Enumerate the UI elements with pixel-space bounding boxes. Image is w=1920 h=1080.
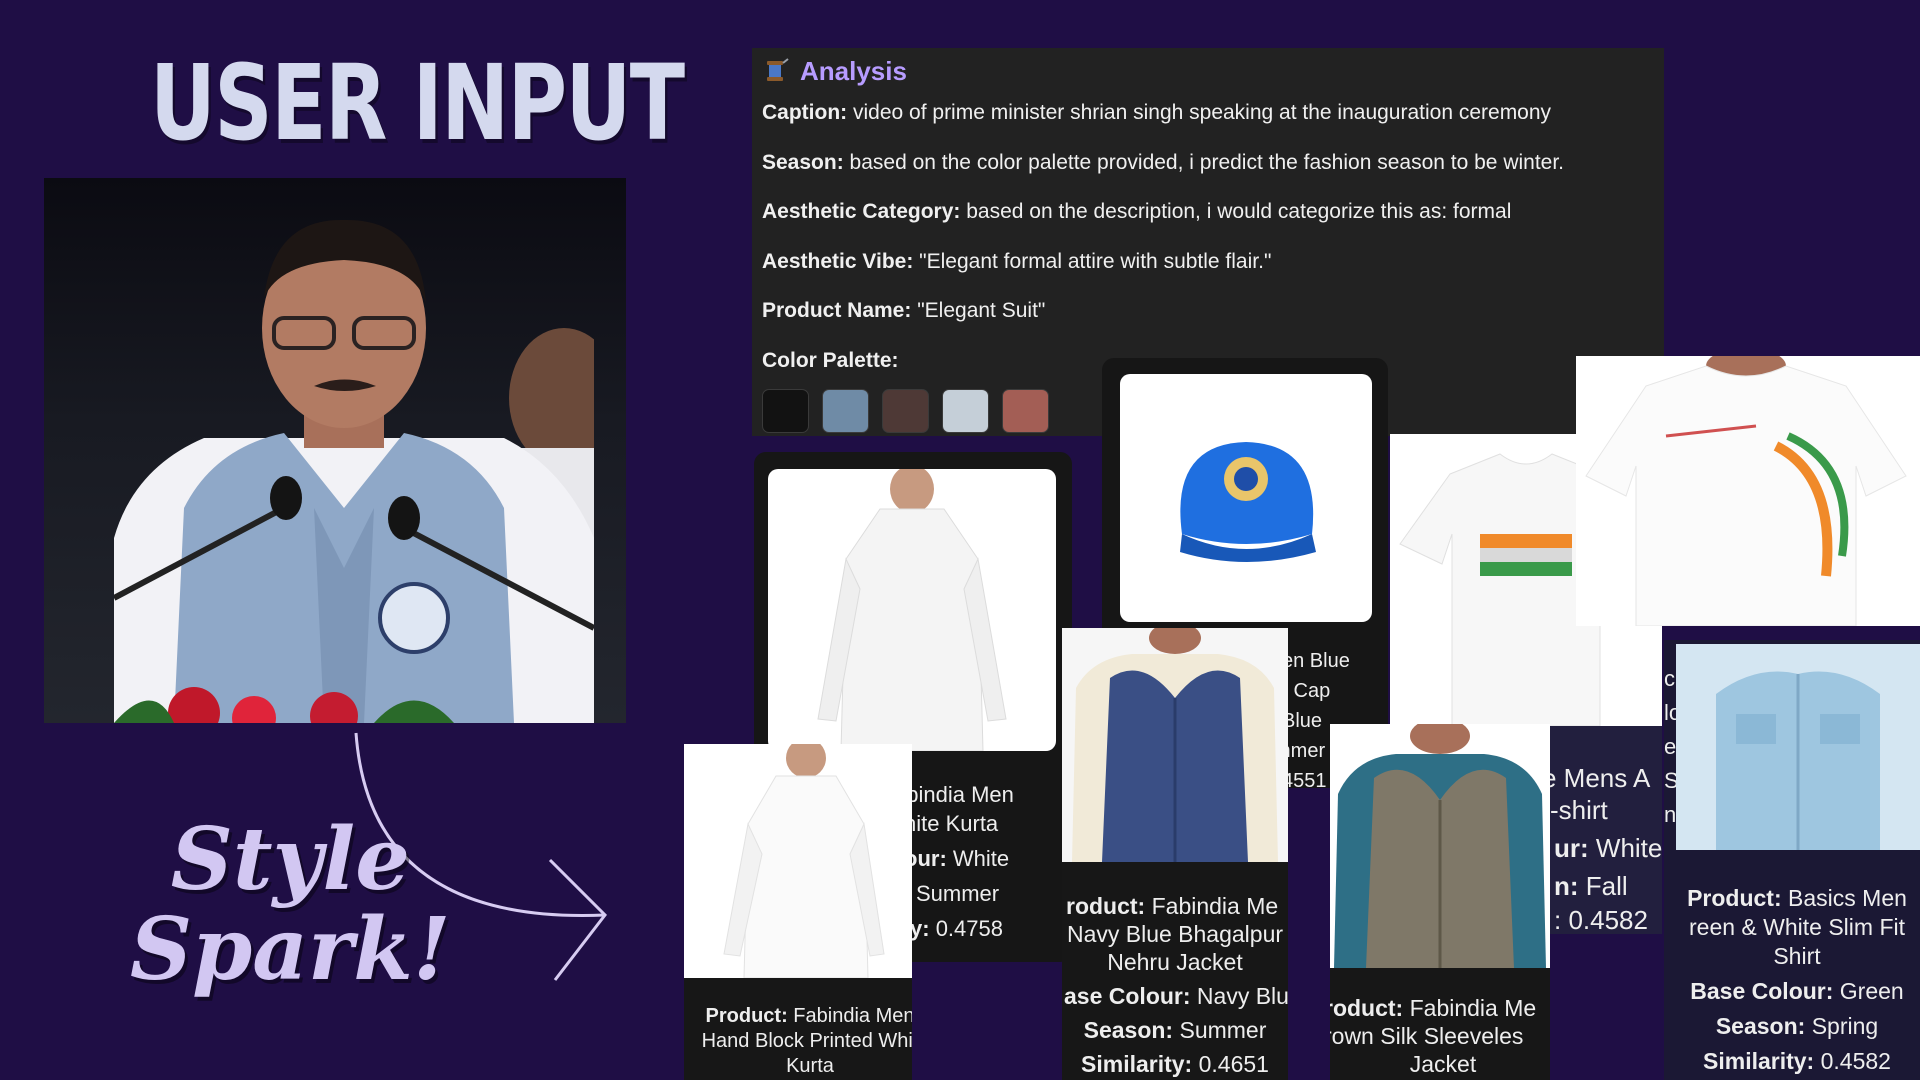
product-meta: Product: Fabindia Men Hand Block Printed…: [684, 1004, 912, 1079]
base-colour-value: Navy Blu: [1196, 983, 1288, 1009]
season-value: Summer: [1179, 1017, 1267, 1043]
base-colour-label: ur:: [1554, 833, 1589, 863]
speaker-illustration: [114, 219, 594, 723]
palette-swatch: [942, 389, 989, 433]
caption-row: Caption: video of prime minister shrian …: [762, 88, 1654, 138]
similarity-label: y:: [910, 916, 930, 941]
product-name-line: rown Silk Sleeveles: [1330, 1023, 1524, 1049]
product-name-line: e Mens A: [1542, 763, 1651, 793]
similarity-value: : 0.4582: [1554, 905, 1648, 934]
product-image: [1120, 374, 1372, 622]
base-colour-value: White: [952, 846, 1010, 871]
product-card-green-shirt[interactable]: c lo e S n Product: Basics Men reen & Wh…: [1664, 640, 1920, 1080]
palette-swatch: [762, 389, 809, 433]
product-label: Product:: [705, 1005, 788, 1027]
cap-illustration: [1180, 442, 1316, 562]
aesthetic-vibe-value: "Elegant formal attire with subtle flair…: [919, 249, 1272, 273]
product-name-line: Navy Blue Bhagalpur: [1066, 921, 1284, 947]
similarity-value: 0.4758: [935, 916, 1003, 941]
product-name-label: Product Name:: [762, 299, 912, 322]
product-name-line: reen & White Slim Fit: [1689, 914, 1905, 940]
product-card-navy-nehru-jacket[interactable]: roduct: Fabindia Me Navy Blue Bhagalpur …: [1062, 628, 1288, 1080]
base-colour-value: Green: [1839, 978, 1904, 1004]
product-image: [684, 744, 912, 978]
aesthetic-category-row: Aesthetic Category: based on the descrip…: [762, 187, 1654, 237]
aesthetic-category-label: Aesthetic Category:: [762, 200, 961, 223]
product-label: Product:: [1687, 885, 1782, 911]
product-name-value: "Elegant Suit": [917, 299, 1046, 322]
product-name-line: Kurta: [786, 1055, 834, 1077]
brand-line-2: Spark!: [130, 899, 451, 1000]
aesthetic-category-value: based on the description, i would catego…: [966, 200, 1512, 223]
product-image: [1330, 724, 1550, 968]
base-colour-value: White: [1595, 833, 1662, 863]
season-label: n:: [1554, 871, 1579, 901]
product-label: roduct:: [1066, 893, 1146, 919]
season-row: Season: based on the color palette provi…: [762, 138, 1654, 188]
product-name-line: Fabindia Me: [1409, 995, 1537, 1021]
product-name-line: Basics Men: [1788, 885, 1907, 911]
user-input-heading: USER INPUT: [150, 42, 685, 164]
product-meta: Product: Basics Men reen & White Slim Fi…: [1674, 884, 1920, 1076]
aesthetic-vibe-row: Aesthetic Vibe: "Elegant formal attire w…: [762, 237, 1654, 287]
product-name-line: Hand Block Printed Whit: [701, 1030, 912, 1052]
product-image: [1062, 628, 1288, 862]
product-image: [1676, 644, 1920, 850]
product-name-row: Product Name: "Elegant Suit": [762, 286, 1654, 336]
base-colour-label: ase Colour:: [1064, 983, 1191, 1009]
caption-value: video of prime minister shrian singh spe…: [853, 101, 1552, 124]
similarity-label: Similarity:: [1081, 1051, 1193, 1077]
thread-spool-icon: [767, 58, 789, 81]
jacket-illustration: [1062, 628, 1288, 862]
season-label: Season:: [1715, 1013, 1806, 1039]
season-label: Season:: [762, 150, 844, 174]
product-card-tricolour-tshirt[interactable]: [1576, 356, 1920, 626]
product-card-brown-silk-jacket[interactable]: roduct: Fabindia Me rown Silk Sleeveles …: [1330, 724, 1550, 1080]
analysis-title: Analysis: [800, 55, 907, 86]
brand-line-1: Style: [170, 809, 410, 910]
style-spark-brand: Style Spark!: [130, 815, 451, 995]
season-value: Spring: [1811, 1013, 1879, 1039]
palette-swatch: [1002, 389, 1049, 433]
shirt-illustration: [1676, 644, 1920, 850]
palette-swatch: [882, 389, 929, 433]
product-name-line: Nehru Jacket: [1107, 949, 1243, 975]
user-input-photo: [44, 178, 626, 723]
product-name-line: Fabindia Men: [793, 1005, 912, 1027]
similarity-label: Similarity:: [1703, 1048, 1815, 1074]
kurta-illustration: [817, 469, 1007, 751]
product-label: roduct:: [1330, 995, 1404, 1021]
product-meta: roduct: Fabindia Me rown Silk Sleeveles …: [1330, 994, 1550, 1078]
palette-swatch: [822, 389, 869, 433]
product-name-line: Jacket: [1409, 1051, 1477, 1077]
base-colour-label: Base Colour:: [1690, 978, 1834, 1004]
product-name-line: Shirt: [1773, 943, 1821, 969]
silk-jacket-illustration: [1330, 724, 1550, 968]
product-name-line: -shirt: [1550, 795, 1608, 825]
aesthetic-vibe-label: Aesthetic Vibe:: [762, 249, 914, 273]
season-value: Fall: [1585, 871, 1628, 901]
analysis-header: Analysis: [762, 54, 1654, 88]
product-image: [768, 469, 1056, 751]
season-value: based on the color palette provided, i p…: [849, 150, 1565, 174]
caption-label: Caption:: [762, 101, 848, 124]
color-palette-label: Color Palette:: [762, 348, 899, 372]
tricolour-tshirt-illustration: [1585, 356, 1907, 626]
similarity-value: 0.4651: [1198, 1051, 1269, 1077]
product-meta: roduct: Fabindia Me Navy Blue Bhagalpur …: [1062, 892, 1288, 1078]
similarity-value: 0.4582: [1820, 1048, 1891, 1074]
season-label: Season:: [1083, 1017, 1174, 1043]
product-card-block-printed-kurta[interactable]: Product: Fabindia Men Hand Block Printed…: [684, 744, 912, 1080]
product-name-line: Fabindia Me: [1151, 893, 1279, 919]
kurta-illustration: [723, 744, 885, 978]
